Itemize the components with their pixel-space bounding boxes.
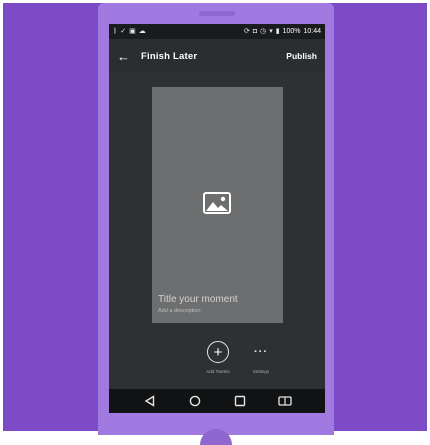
- nav-home-button[interactable]: [187, 393, 203, 409]
- image-icon: ▣: [129, 28, 136, 35]
- android-nav-bar: [109, 389, 325, 413]
- phone-screen: ᛒ ✓ ▣ ☁ ⟳ ◘ ◷ ▾ ▮ 100% 10:44 ← Finish La…: [109, 24, 325, 413]
- battery-icon: ▮: [275, 28, 280, 35]
- nfc-icon: ◘: [252, 28, 258, 35]
- nav-home-icon: [189, 395, 200, 407]
- phone-speaker: [199, 11, 235, 16]
- add-tweets-button[interactable]: + Add Tweets: [198, 341, 238, 374]
- add-circle-icon[interactable]: +: [207, 341, 229, 363]
- phone-home-button: [200, 429, 232, 445]
- nav-recents-icon: [234, 395, 245, 407]
- finish-later-button[interactable]: Finish Later: [141, 51, 197, 62]
- moment-title-field[interactable]: Title your moment: [158, 294, 238, 305]
- moment-editor: Title your moment Add a description + Ad…: [109, 73, 325, 389]
- battery-level: 100%: [282, 28, 301, 35]
- bluetooth-icon: ᛒ: [113, 28, 118, 35]
- sync-icon: ⟳: [243, 28, 250, 35]
- settings-label: Settings: [252, 369, 270, 374]
- status-bar: ᛒ ✓ ▣ ☁ ⟳ ◘ ◷ ▾ ▮ 100% 10:44: [109, 24, 325, 39]
- signal-check-icon: ✓: [120, 28, 127, 35]
- status-left-icons: ᛒ ✓ ▣ ☁: [113, 28, 146, 35]
- image-placeholder-icon[interactable]: [203, 192, 231, 214]
- moment-description-field[interactable]: Add a description: [158, 308, 201, 314]
- add-tweets-label: Add Tweets: [206, 369, 230, 374]
- back-arrow-icon[interactable]: ←: [117, 50, 137, 63]
- nav-back-button[interactable]: [142, 393, 158, 409]
- settings-button[interactable]: ··· Settings: [241, 341, 281, 374]
- cloud-icon: ☁: [138, 28, 146, 35]
- app-toolbar: ← Finish Later Publish: [109, 39, 325, 73]
- wifi-icon: ▾: [269, 28, 273, 35]
- dual-window-icon: [277, 396, 292, 406]
- status-right-icons: ⟳ ◘ ◷ ▾ ▮ 100% 10:44: [244, 28, 321, 35]
- moment-cover-card[interactable]: Title your moment Add a description: [152, 87, 283, 323]
- phone-frame: ᛒ ✓ ▣ ☁ ⟳ ◘ ◷ ▾ ▮ 100% 10:44 ← Finish La…: [98, 3, 334, 445]
- more-dots-icon[interactable]: ···: [250, 341, 272, 363]
- status-time: 10:44: [303, 28, 321, 35]
- nav-dual-window-button[interactable]: [277, 393, 293, 409]
- alarm-icon: ◷: [260, 28, 267, 35]
- publish-button[interactable]: Publish: [286, 51, 317, 61]
- nav-recents-button[interactable]: [232, 393, 248, 409]
- nav-back-icon: [144, 395, 155, 407]
